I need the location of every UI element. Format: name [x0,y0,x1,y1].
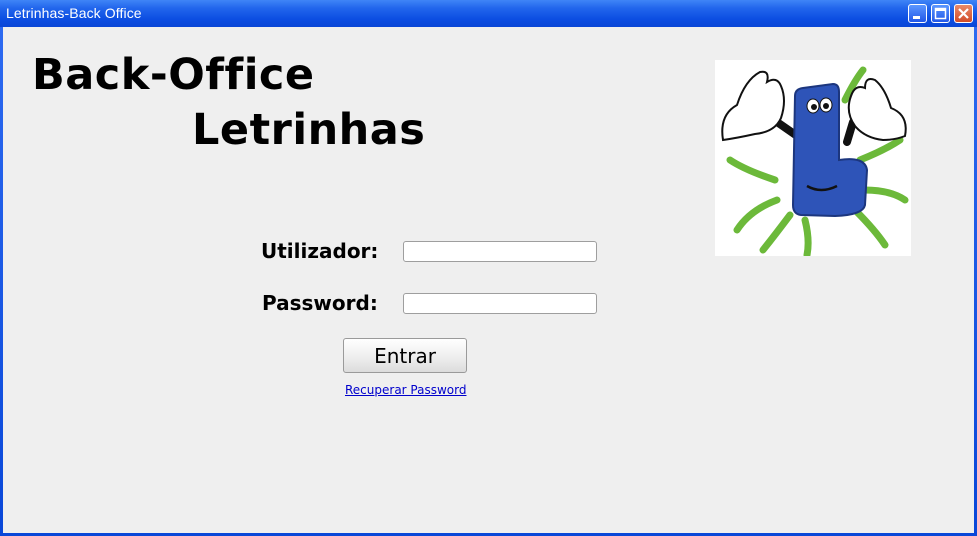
username-label: Utilizador: [261,239,379,263]
page-title-line1: Back-Office [32,50,315,100]
window-title: Letrinhas-Back Office [6,5,142,21]
recover-password-link[interactable]: Recuperar Password [345,383,466,397]
letrinhas-mascot-logo [715,60,911,259]
page-title-line2: Letrinhas [192,105,426,155]
close-icon [958,8,969,19]
close-button[interactable] [954,4,973,23]
password-input[interactable] [403,293,597,314]
maximize-icon [934,7,947,20]
minimize-icon [913,16,920,19]
client-area: Back-Office Letrinhas Utilizador: Passwo… [3,27,974,533]
app-window: Letrinhas-Back Office Back-Office Letrin… [0,0,977,536]
minimize-button[interactable] [908,4,927,23]
login-button[interactable]: Entrar [343,338,467,373]
username-input[interactable] [403,241,597,262]
title-bar[interactable]: Letrinhas-Back Office [0,0,977,27]
maximize-button[interactable] [931,4,950,23]
password-label: Password: [262,291,378,315]
